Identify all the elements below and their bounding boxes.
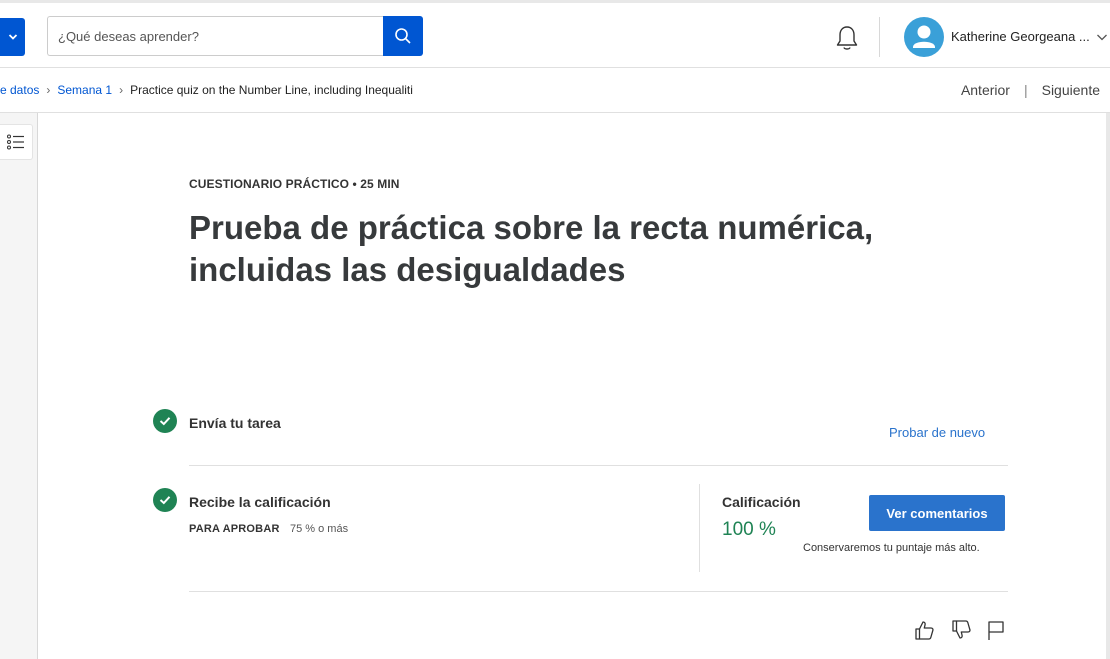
user-icon [913,25,935,48]
list-icon [7,134,24,150]
retry-link[interactable]: Probar de nuevo [889,425,985,440]
divider [189,591,1008,592]
view-feedback-button[interactable]: Ver comentarios [869,495,1005,531]
previous-link[interactable]: Anterior [961,82,1010,98]
pass-value: 75 % o más [290,523,349,535]
outline-toggle-button[interactable] [0,124,33,160]
chevron-right-icon: › [46,83,51,97]
nav-separator: | [1023,82,1028,98]
submit-step-title: Envía tu tarea [189,415,281,431]
breadcrumb: e datos › Semana 1 › Practice quiz on th… [0,83,413,97]
user-name[interactable]: Katherine Georgeana ... [951,29,1090,44]
breadcrumb-course[interactable]: e datos [0,83,39,97]
pass-label: PARA APROBAR [189,523,280,535]
check-circle-icon [153,488,177,512]
grade-label: Calificación [722,494,801,510]
grade-value: 100 % [722,519,776,540]
search-input[interactable]: ¿Qué deseas aprender? [47,16,383,56]
next-link[interactable]: Siguiente [1042,82,1100,98]
search-button[interactable] [383,16,423,56]
breadcrumb-week[interactable]: Semana 1 [57,83,112,97]
flag-icon[interactable] [985,619,1007,641]
grade-step-title: Recibe la calificación [189,494,331,510]
header-divider [879,17,880,57]
thumbs-down-icon[interactable] [950,619,972,641]
item-navigation: Anterior | Siguiente [961,82,1100,98]
search-placeholder: ¿Qué deseas aprender? [58,28,199,44]
thumbs-up-icon[interactable] [913,619,935,641]
highest-score-note: Conservaremos tu puntaje más alto. [803,542,980,554]
search-icon [395,28,411,44]
avatar[interactable] [904,17,944,57]
bell-icon[interactable] [834,24,860,52]
top-header: ¿Qué deseas aprender? Katherine Georgean… [0,0,1110,68]
breadcrumb-bar: e datos › Semana 1 › Practice quiz on th… [0,68,1110,113]
chevron-down-icon[interactable] [1096,31,1108,43]
explore-menu-button[interactable] [0,18,25,56]
breadcrumb-current: Practice quiz on the Number Line, includ… [130,83,413,97]
page-title: Prueba de práctica sobre la recta numéri… [189,209,874,288]
check-circle-icon [153,409,177,433]
course-outline-panel [0,113,38,659]
chevron-down-icon [8,34,17,40]
scrollbar[interactable] [1106,113,1110,659]
chevron-right-icon: › [119,83,124,97]
divider [189,465,1008,466]
grade-divider [699,484,700,572]
item-type-label: CUESTIONARIO PRÁCTICO • 25 MIN [189,177,400,191]
